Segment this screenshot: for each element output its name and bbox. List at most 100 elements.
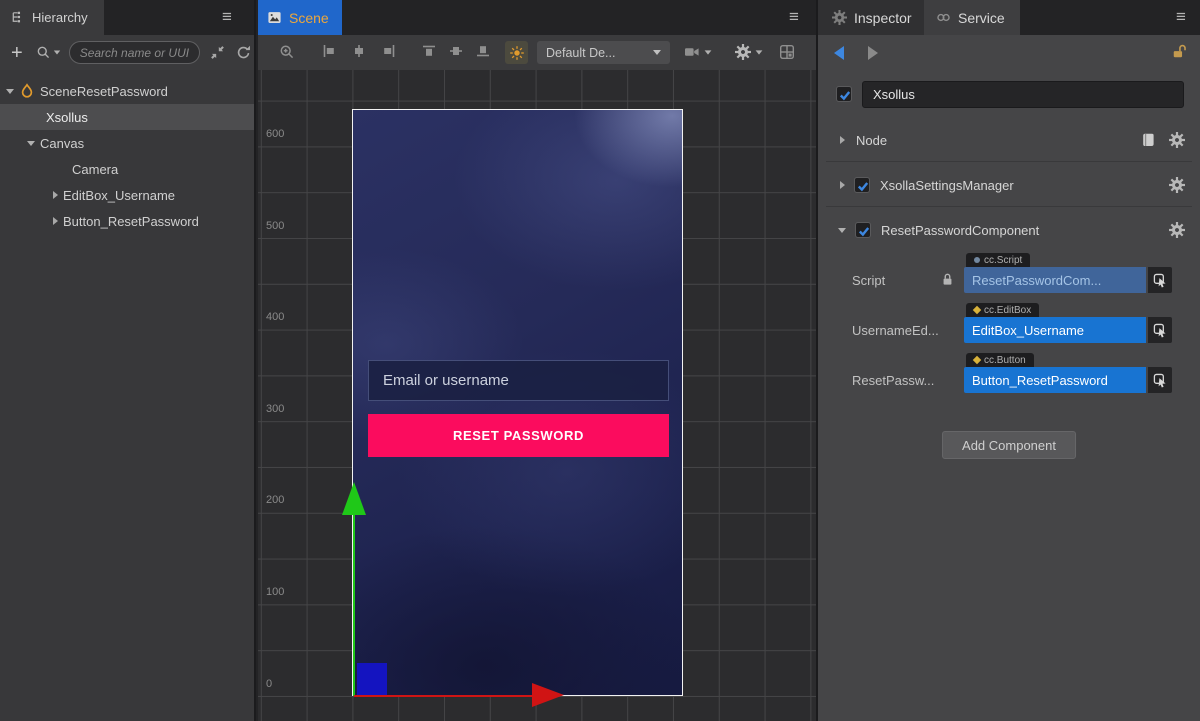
- align-vertical-middle-icon[interactable]: [449, 44, 463, 58]
- reset-password-button-label: RESET PASSWORD: [453, 428, 584, 443]
- history-forward-icon[interactable]: [868, 46, 878, 60]
- tab-hierarchy[interactable]: Hierarchy: [0, 0, 104, 35]
- node-name-input[interactable]: [862, 81, 1184, 108]
- align-right-icon[interactable]: [382, 44, 396, 58]
- search-icon: [36, 45, 51, 60]
- component-reset-password-header[interactable]: ResetPasswordComponent: [818, 217, 1200, 243]
- collapse-all-icon[interactable]: [210, 45, 225, 60]
- inspector-menu-icon[interactable]: ≡: [1176, 7, 1186, 27]
- tab-scene[interactable]: Scene: [258, 0, 342, 35]
- node-section-label: Node: [856, 133, 887, 148]
- inspector-tabbar: Inspector Service ≡: [818, 0, 1200, 35]
- layout-grid-icon[interactable]: [779, 44, 795, 60]
- chevron-down-icon[interactable]: [27, 141, 35, 146]
- refresh-icon[interactable]: [236, 45, 251, 60]
- ruler-label: 300: [266, 403, 284, 415]
- button-reference-field[interactable]: Button_ResetPassword: [964, 367, 1146, 393]
- component-enabled-checkbox[interactable]: [855, 222, 871, 238]
- reset-password-button[interactable]: RESET PASSWORD: [368, 414, 669, 457]
- editbox-username[interactable]: Email or username: [368, 360, 669, 401]
- search-input[interactable]: [69, 41, 200, 64]
- script-reference-field[interactable]: ResetPasswordCom...: [964, 267, 1146, 293]
- type-badge-editbox: cc.EditBox: [966, 303, 1039, 317]
- editbox-reference-value: EditBox_Username: [972, 323, 1084, 338]
- tree-item-button-resetpassword[interactable]: Button_ResetPassword: [0, 208, 254, 234]
- tree-item-editbox-username[interactable]: EditBox_Username: [0, 182, 254, 208]
- select-node-button[interactable]: [1148, 367, 1172, 393]
- add-component-button[interactable]: Add Component: [942, 431, 1076, 459]
- chevron-down-icon: [705, 50, 712, 54]
- x-axis-arrow-icon[interactable]: [532, 683, 564, 707]
- device-resolution-dropdown[interactable]: Default De...: [537, 41, 670, 64]
- scene-settings-dropdown[interactable]: [735, 44, 763, 60]
- component-name: XsollaSettingsManager: [880, 178, 1014, 193]
- select-asset-button[interactable]: [1148, 267, 1172, 293]
- ruler-label: 400: [266, 311, 284, 323]
- y-axis-arrow-icon[interactable]: [342, 482, 366, 515]
- hierarchy-tabbar: Hierarchy ≡: [0, 0, 254, 35]
- chevron-down-icon[interactable]: [6, 89, 14, 94]
- gear-icon[interactable]: [1169, 177, 1185, 193]
- tab-service[interactable]: Service: [924, 0, 1020, 35]
- origin-handle[interactable]: [357, 663, 387, 695]
- script-reference-value: ResetPasswordCom...: [972, 273, 1101, 288]
- chevron-right-icon[interactable]: [53, 191, 58, 199]
- inspector-panel: Inspector Service ≡ Node Xs: [816, 0, 1200, 721]
- prefab-book-icon[interactable]: [1140, 132, 1156, 148]
- component-enabled-checkbox[interactable]: [854, 177, 870, 193]
- gear-icon[interactable]: [1169, 132, 1185, 148]
- scene-tab-label: Scene: [289, 10, 329, 26]
- history-back-icon[interactable]: [834, 46, 844, 60]
- align-bottom-icon[interactable]: [476, 44, 490, 58]
- y-axis-line: [353, 514, 355, 696]
- select-node-button[interactable]: [1148, 317, 1172, 343]
- tree-item-label: Button_ResetPassword: [63, 214, 199, 229]
- search-filter-button[interactable]: [36, 45, 61, 60]
- check-icon: [857, 224, 871, 238]
- component-name: ResetPasswordComponent: [881, 223, 1039, 238]
- button-reference-value: Button_ResetPassword: [972, 373, 1108, 388]
- create-node-button[interactable]: +: [11, 44, 23, 62]
- button-type-diamond-icon: [973, 356, 981, 364]
- game-canvas[interactable]: Email or username RESET PASSWORD: [352, 109, 683, 696]
- unlock-icon[interactable]: [1171, 43, 1188, 60]
- hierarchy-menu-icon[interactable]: ≡: [222, 7, 232, 27]
- cocos-creator-editor: Hierarchy ≡ + SceneResetPassword Xsollus: [0, 0, 1200, 721]
- scene-menu-icon[interactable]: ≡: [789, 7, 799, 27]
- tree-item-xsollus[interactable]: Xsollus: [0, 104, 254, 130]
- align-top-icon[interactable]: [422, 44, 436, 58]
- editbox-reference-field[interactable]: EditBox_Username: [964, 317, 1146, 343]
- editbox-placeholder: Email or username: [383, 372, 509, 389]
- gear-icon[interactable]: [1169, 222, 1185, 238]
- scene-viewport[interactable]: 600 500 400 300 200 100 0 Email or usern…: [258, 70, 816, 721]
- chevron-down-icon[interactable]: [838, 228, 846, 233]
- chevron-right-icon[interactable]: [840, 181, 845, 189]
- ruler-label: 500: [266, 220, 284, 232]
- scene-tabbar: Scene ≡: [258, 0, 816, 35]
- zoom-region-icon[interactable]: [279, 44, 295, 60]
- node-active-checkbox[interactable]: [836, 86, 852, 102]
- camera-view-dropdown[interactable]: [684, 44, 712, 60]
- tab-inspector[interactable]: Inspector: [818, 0, 924, 35]
- hierarchy-panel: Hierarchy ≡ + SceneResetPassword Xsollus: [0, 0, 256, 721]
- check-icon: [838, 88, 852, 102]
- align-horizontal-center-icon[interactable]: [352, 44, 366, 58]
- scene-toolbar: Default De...: [258, 35, 816, 70]
- property-label-username-editbox: UsernameEd...: [852, 323, 939, 338]
- inspector-tab-label: Inspector: [854, 10, 912, 26]
- component-xsolla-settings-header[interactable]: XsollaSettingsManager: [818, 172, 1200, 198]
- tree-item-camera[interactable]: Camera: [0, 156, 254, 182]
- gizmo-light-toggle[interactable]: [505, 41, 528, 64]
- align-left-icon[interactable]: [322, 44, 336, 58]
- tree-item-scene-root[interactable]: SceneResetPassword: [0, 78, 254, 104]
- chevron-right-icon[interactable]: [840, 136, 845, 144]
- hierarchy-tab-label: Hierarchy: [32, 10, 88, 25]
- node-section-header[interactable]: Node: [818, 127, 1200, 153]
- cursor-select-icon: [1153, 273, 1168, 288]
- ruler-label: 600: [266, 128, 284, 140]
- ruler-label: 0: [266, 678, 272, 690]
- tree-item-canvas[interactable]: Canvas: [0, 130, 254, 156]
- camera-icon: [684, 44, 700, 60]
- chevron-right-icon[interactable]: [53, 217, 58, 225]
- editbox-reference-group: EditBox_Username: [964, 317, 1172, 343]
